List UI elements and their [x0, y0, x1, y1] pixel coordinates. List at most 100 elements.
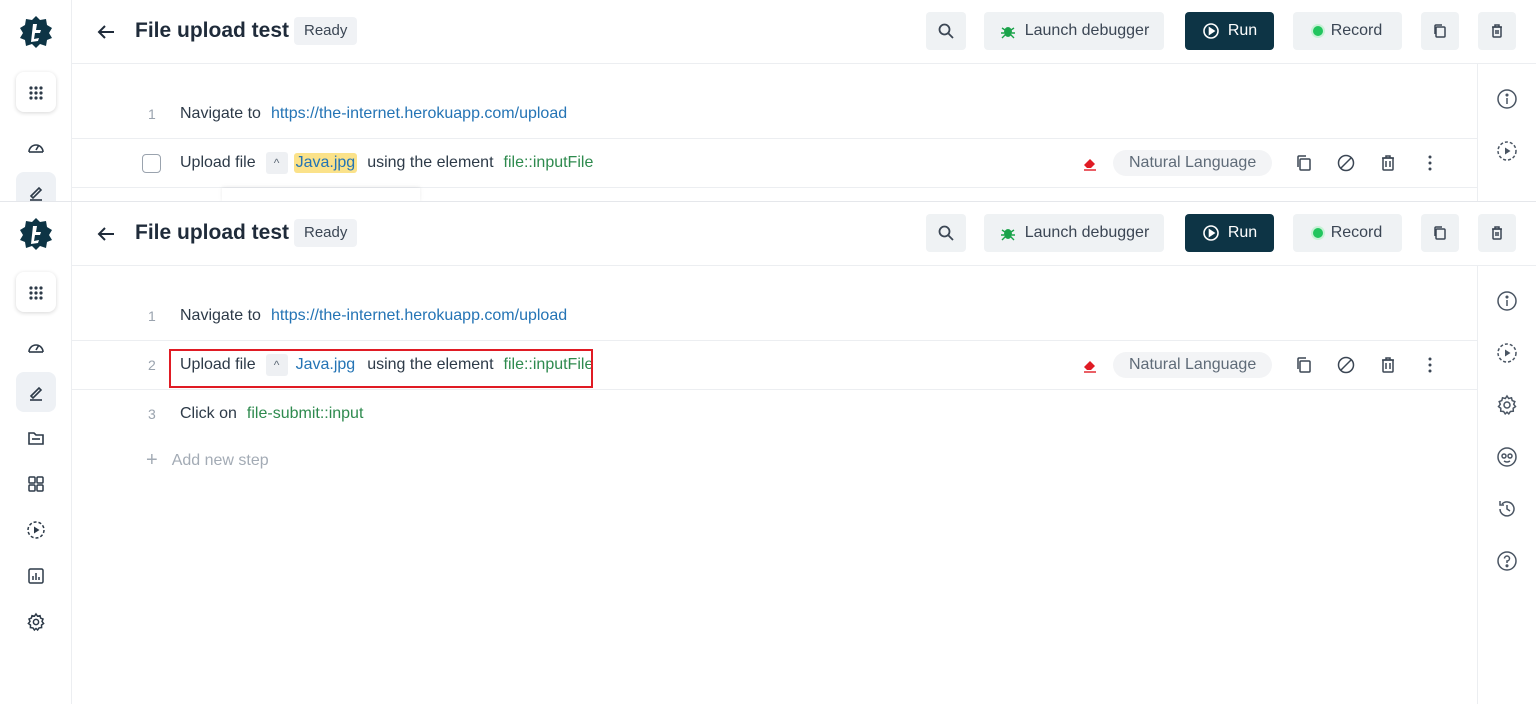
bug-icon	[1000, 229, 1015, 241]
play-circle-icon[interactable]	[1496, 140, 1518, 162]
upload-file-value[interactable]: Java.jpg	[294, 355, 358, 375]
step-element[interactable]: file::inputFile	[504, 154, 594, 172]
caret-up-icon[interactable]: ^	[265, 152, 288, 174]
info-icon[interactable]	[1496, 290, 1518, 312]
run-label: Run	[1227, 224, 1258, 241]
eraser-icon[interactable]	[1081, 154, 1099, 172]
right-tool-rail	[1477, 266, 1536, 704]
step-element[interactable]: file::inputFile	[504, 356, 594, 374]
editor-main: File upload test Ready Launch debugger R…	[0, 202, 1536, 704]
play-circle-icon[interactable]	[1496, 342, 1518, 364]
ai-face-icon[interactable]	[1496, 446, 1518, 468]
report-icon[interactable]	[16, 556, 56, 596]
step-row[interactable]: 1 Navigate to https://the-internet.herok…	[72, 292, 1477, 340]
step-connector: using the element	[367, 356, 494, 373]
copy-icon[interactable]	[1294, 153, 1314, 173]
copy-icon[interactable]	[1294, 355, 1314, 375]
left-nav-rail	[0, 0, 72, 201]
step-keyword: Upload file	[180, 356, 256, 373]
app-logo-icon[interactable]	[18, 14, 54, 50]
right-tool-rail	[1477, 64, 1536, 201]
disable-icon[interactable]	[1336, 153, 1356, 173]
top-header: File upload test Ready Launch debugger R…	[72, 202, 1536, 266]
eraser-icon[interactable]	[1081, 356, 1099, 374]
history-icon[interactable]	[1496, 498, 1518, 520]
settings-icon[interactable]	[16, 602, 56, 642]
record-button[interactable]: Record	[1293, 12, 1402, 50]
play-circle-icon	[1203, 23, 1219, 39]
record-label: Record	[1330, 224, 1383, 241]
run-label: Run	[1227, 22, 1258, 39]
step-checkbox[interactable]	[142, 153, 161, 173]
run-button[interactable]: Run	[1185, 214, 1274, 252]
bug-icon	[1000, 27, 1015, 39]
copy-test-button[interactable]	[1421, 214, 1459, 252]
status-badge: Ready	[294, 17, 358, 45]
copy-icon	[1434, 226, 1446, 240]
plus-icon: +	[146, 449, 158, 471]
step-connector: using the element	[367, 154, 494, 171]
delete-test-button[interactable]	[1478, 214, 1516, 252]
step-number: 2	[148, 357, 156, 373]
back-arrow-icon[interactable]	[94, 222, 118, 246]
launch-debugger-button[interactable]: Launch debugger	[984, 12, 1164, 50]
record-dot-icon	[1312, 228, 1323, 238]
apps-grid-icon[interactable]	[16, 272, 56, 312]
dashboard-icon[interactable]	[16, 328, 56, 368]
step-number: 1	[148, 308, 156, 324]
launch-debugger-label: Launch debugger	[1024, 224, 1150, 241]
settings-icon[interactable]	[1496, 394, 1518, 416]
delete-test-button[interactable]	[1478, 12, 1516, 50]
step-url[interactable]: https://the-internet.herokuapp.com/uploa…	[271, 307, 567, 325]
upload-file-value[interactable]: Java.jpg	[293, 153, 358, 173]
trash-icon[interactable]	[1378, 153, 1398, 173]
caret-up-icon[interactable]: ^	[265, 354, 288, 376]
natural-language-pill[interactable]: Natural Language	[1113, 352, 1273, 378]
add-step-label: Add new step	[171, 451, 269, 469]
copy-test-button[interactable]	[1421, 12, 1459, 50]
editor-snapshot-top: File upload test Ready Launch debugger R…	[0, 0, 1536, 202]
step-row[interactable]: 3 Click on file-submit::input	[72, 390, 1477, 438]
page-title: File upload test	[135, 19, 290, 42]
record-label: Record	[1330, 22, 1383, 39]
copy-icon	[1434, 24, 1446, 38]
trash-icon[interactable]	[1378, 355, 1398, 375]
search-button[interactable]	[926, 214, 966, 252]
edit-icon[interactable]	[16, 172, 56, 201]
dashboard-icon[interactable]	[16, 128, 56, 168]
add-step-button[interactable]: + Add new step	[146, 449, 269, 472]
disable-icon[interactable]	[1336, 355, 1356, 375]
autocomplete-popup-edge	[222, 188, 420, 201]
trash-icon	[1492, 24, 1502, 38]
back-arrow-icon[interactable]	[94, 20, 118, 44]
run-button[interactable]: Run	[1185, 12, 1274, 50]
search-button[interactable]	[926, 12, 966, 50]
step-element[interactable]: file-submit::input	[247, 405, 364, 423]
launch-debugger-button[interactable]: Launch debugger	[984, 214, 1164, 252]
step-row[interactable]: 2 Upload file ^ Java.jpg using the eleme…	[72, 340, 1477, 390]
more-vertical-icon[interactable]	[1420, 153, 1440, 173]
apps-grid-icon[interactable]	[16, 72, 56, 112]
step-keyword: Navigate to	[180, 307, 261, 324]
app-logo-icon[interactable]	[18, 216, 54, 252]
play-circle-icon[interactable]	[16, 510, 56, 550]
top-header: File upload test Ready Launch debugger R…	[72, 0, 1536, 64]
record-button[interactable]: Record	[1293, 214, 1402, 252]
step-keyword: Click on	[180, 405, 237, 422]
page-title: File upload test	[135, 221, 290, 244]
status-badge: Ready	[294, 219, 358, 247]
step-row[interactable]: 1 Navigate to https://the-internet.herok…	[72, 90, 1477, 138]
edit-icon[interactable]	[16, 372, 56, 412]
step-number: 1	[148, 106, 156, 122]
help-icon[interactable]	[1496, 550, 1518, 572]
more-vertical-icon[interactable]	[1420, 355, 1440, 375]
play-circle-icon	[1203, 225, 1219, 241]
search-icon	[938, 225, 954, 241]
info-icon[interactable]	[1496, 88, 1518, 110]
modules-icon[interactable]	[16, 464, 56, 504]
natural-language-pill[interactable]: Natural Language	[1113, 150, 1273, 176]
step-url[interactable]: https://the-internet.herokuapp.com/uploa…	[271, 105, 567, 123]
folder-icon[interactable]	[16, 418, 56, 458]
step-keyword: Navigate to	[180, 105, 261, 122]
step-row[interactable]: Upload file ^ Java.jpg using the element…	[72, 138, 1477, 188]
